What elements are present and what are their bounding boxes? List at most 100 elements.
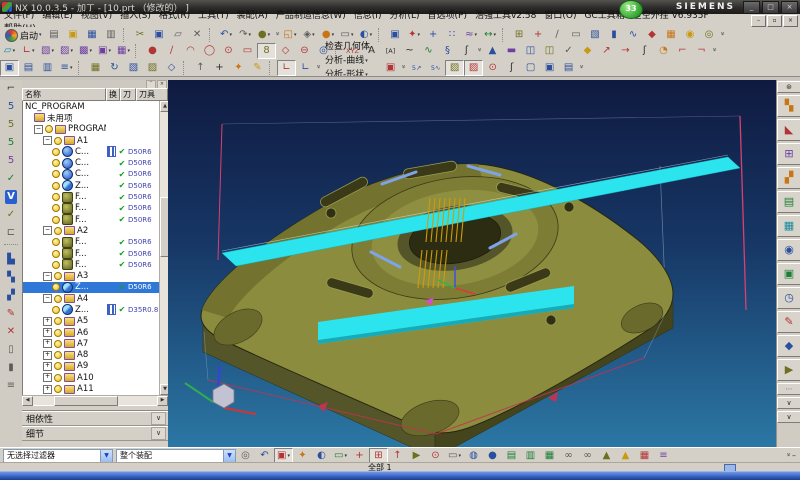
snap-arrow-icon[interactable]: ↑: [388, 448, 407, 463]
visibility-lamp-icon[interactable]: [52, 261, 60, 269]
csys-icon[interactable]: ▦▾: [114, 43, 133, 59]
feed-rate-icon[interactable]: ⊙: [483, 60, 502, 76]
visibility-lamp-icon[interactable]: [54, 227, 62, 235]
refresh-region-icon[interactable]: ▤: [559, 60, 578, 76]
rectangle-curve-icon[interactable]: ▭: [238, 43, 257, 59]
arrow-ne-icon[interactable]: ↗: [597, 43, 616, 59]
snap-hand-icon[interactable]: ▶: [407, 448, 426, 463]
snap-options-icon[interactable]: ▭▾: [331, 448, 350, 463]
selbar-overflow[interactable]: »–: [785, 451, 796, 460]
snap-globe-icon[interactable]: ◍: [464, 448, 483, 463]
column-name[interactable]: 名称: [22, 88, 106, 101]
machine-sim-icon[interactable]: ▨: [464, 60, 483, 76]
refresh-display-icon[interactable]: ↻: [105, 60, 124, 76]
redo-icon[interactable]: ↷▾: [236, 27, 255, 43]
polygon-icon[interactable]: ◇: [276, 43, 295, 59]
program-group-row[interactable]: −A2: [23, 225, 161, 236]
operation-row[interactable]: F...✔D50R6: [23, 259, 161, 270]
flange-tool-icon[interactable]: ⌐: [0, 80, 22, 98]
operation-row[interactable]: F...✔D50R6: [23, 191, 161, 202]
menu-item-10[interactable]: 首选项(P): [424, 11, 471, 21]
part-block-icon[interactable]: ▮: [0, 359, 22, 377]
pattern-component-icon[interactable]: ∷: [443, 27, 462, 43]
annotate-pencil-icon[interactable]: ✎: [248, 60, 267, 76]
mdi-minimize-button[interactable]: –: [751, 15, 766, 27]
vise-icon[interactable]: ⊏: [0, 224, 22, 242]
menu-item-6[interactable]: 装配(A): [233, 11, 272, 21]
gouge-check-icon[interactable]: ▨: [445, 60, 464, 76]
tree-expander[interactable]: +: [43, 339, 52, 348]
stud-icon[interactable]: 8: [257, 43, 276, 59]
color-pen-icon[interactable]: ✎: [777, 311, 800, 333]
scroll-down-icon[interactable]: ∨: [777, 397, 800, 409]
snap-box-icon[interactable]: ⊞: [369, 448, 388, 463]
operation-row[interactable]: F...✔D50R6: [23, 203, 161, 214]
menu-item-12[interactable]: 窗口(O): [540, 11, 580, 21]
program-group-row[interactable]: +A6: [23, 327, 161, 338]
print-icon[interactable]: ▥: [102, 27, 121, 43]
create-tool-icon[interactable]: 5: [0, 116, 22, 134]
rainbow-layers-icon[interactable]: ▦: [777, 215, 800, 237]
curvature-analysis-icon[interactable]: ◫: [540, 43, 559, 59]
export-doc-icon[interactable]: ▣: [777, 263, 800, 285]
tool-move-icon[interactable]: ▚: [0, 269, 22, 287]
pattern-feature-icon[interactable]: ▦: [662, 27, 681, 43]
analysis-curve-button[interactable]: 分析-曲线▾: [322, 54, 381, 68]
program-group-row[interactable]: +A7: [23, 338, 161, 349]
visibility-lamp-icon[interactable]: [52, 182, 60, 190]
show-tool-icon[interactable]: ▙: [0, 251, 22, 269]
cut-icon[interactable]: ✂: [131, 27, 150, 43]
signal-tool-icon[interactable]: ◉: [777, 239, 800, 261]
person-a-icon[interactable]: ▲: [597, 448, 616, 463]
delete-object-icon[interactable]: ✕: [0, 323, 22, 341]
deviation-check-icon[interactable]: ✓: [559, 43, 578, 59]
operation-row[interactable]: Z...✔D50R6: [23, 282, 161, 293]
point-icon[interactable]: +: [529, 27, 548, 43]
extrude-icon[interactable]: ▧: [586, 27, 605, 43]
visibility-lamp-icon[interactable]: [52, 250, 60, 258]
face-analysis-icon[interactable]: ◔: [654, 43, 673, 59]
selection-filter-dropdown[interactable]: 无选择过滤器 ▼: [3, 449, 113, 463]
menu-item-8[interactable]: 信息(I): [350, 11, 386, 21]
start-menu-button[interactable]: 启动 ▾: [2, 28, 45, 42]
tree-expander[interactable]: +: [43, 362, 52, 371]
arc-icon[interactable]: ◠: [181, 43, 200, 59]
sketch-icon[interactable]: ⊞: [510, 27, 529, 43]
part-tool-icon[interactable]: ◆: [777, 335, 800, 357]
operation-row[interactable]: C...✔D50R6: [23, 157, 161, 168]
wcs-up-icon[interactable]: ↑: [191, 60, 210, 76]
menu-item-0[interactable]: 文件(F): [0, 11, 38, 21]
point-sphere-icon[interactable]: ●: [143, 43, 162, 59]
menu-item-3[interactable]: 插入(S): [116, 11, 155, 21]
toolbar-overflow-icon[interactable]: »: [578, 64, 586, 71]
law-curve-icon[interactable]: ʃ: [457, 43, 476, 59]
toolbar-overflow-icon[interactable]: »: [718, 32, 726, 39]
visibility-lamp-icon[interactable]: [52, 204, 60, 212]
visibility-lamp-icon[interactable]: [54, 385, 62, 393]
visibility-lamp-icon[interactable]: [45, 125, 53, 133]
tree-expander[interactable]: +: [43, 373, 52, 382]
recorder-overlay-badge[interactable]: 33: [619, 0, 643, 19]
doc-c-icon[interactable]: ▦: [540, 448, 559, 463]
snap-sparkle-icon[interactable]: ✦: [229, 60, 248, 76]
operation-row[interactable]: Z...✔D35R0.8: [23, 304, 161, 315]
scroll-down2-icon[interactable]: ∨: [777, 411, 800, 423]
visibility-lamp-icon[interactable]: [54, 362, 62, 370]
toolbar-overflow-icon[interactable]: »: [711, 48, 719, 55]
layout-icon[interactable]: ▦: [86, 60, 105, 76]
visibility-lamp-icon[interactable]: [54, 317, 62, 325]
snap-sparkle-icon[interactable]: ✦: [293, 448, 312, 463]
tree-expander[interactable]: −: [43, 226, 52, 235]
stamp-tool-icon[interactable]: ▞: [777, 167, 800, 189]
dependencies-section[interactable]: 相依性 ∨: [22, 411, 168, 426]
operation-row[interactable]: F...✔D50R6: [23, 214, 161, 225]
ellipse-icon[interactable]: ⊖: [295, 43, 314, 59]
unite-icon[interactable]: ◉: [681, 27, 700, 43]
details-section[interactable]: 细节 ∨: [22, 426, 168, 441]
circle-center-icon[interactable]: ⊙: [219, 43, 238, 59]
program-group-row[interactable]: +A8: [23, 350, 161, 361]
fit-view-icon[interactable]: ◱▾: [281, 27, 300, 43]
render-style-icon[interactable]: ◈▾: [300, 27, 319, 43]
generate-toolpath-icon[interactable]: 5↗: [407, 60, 426, 76]
create-geometry-icon[interactable]: 5: [0, 134, 22, 152]
